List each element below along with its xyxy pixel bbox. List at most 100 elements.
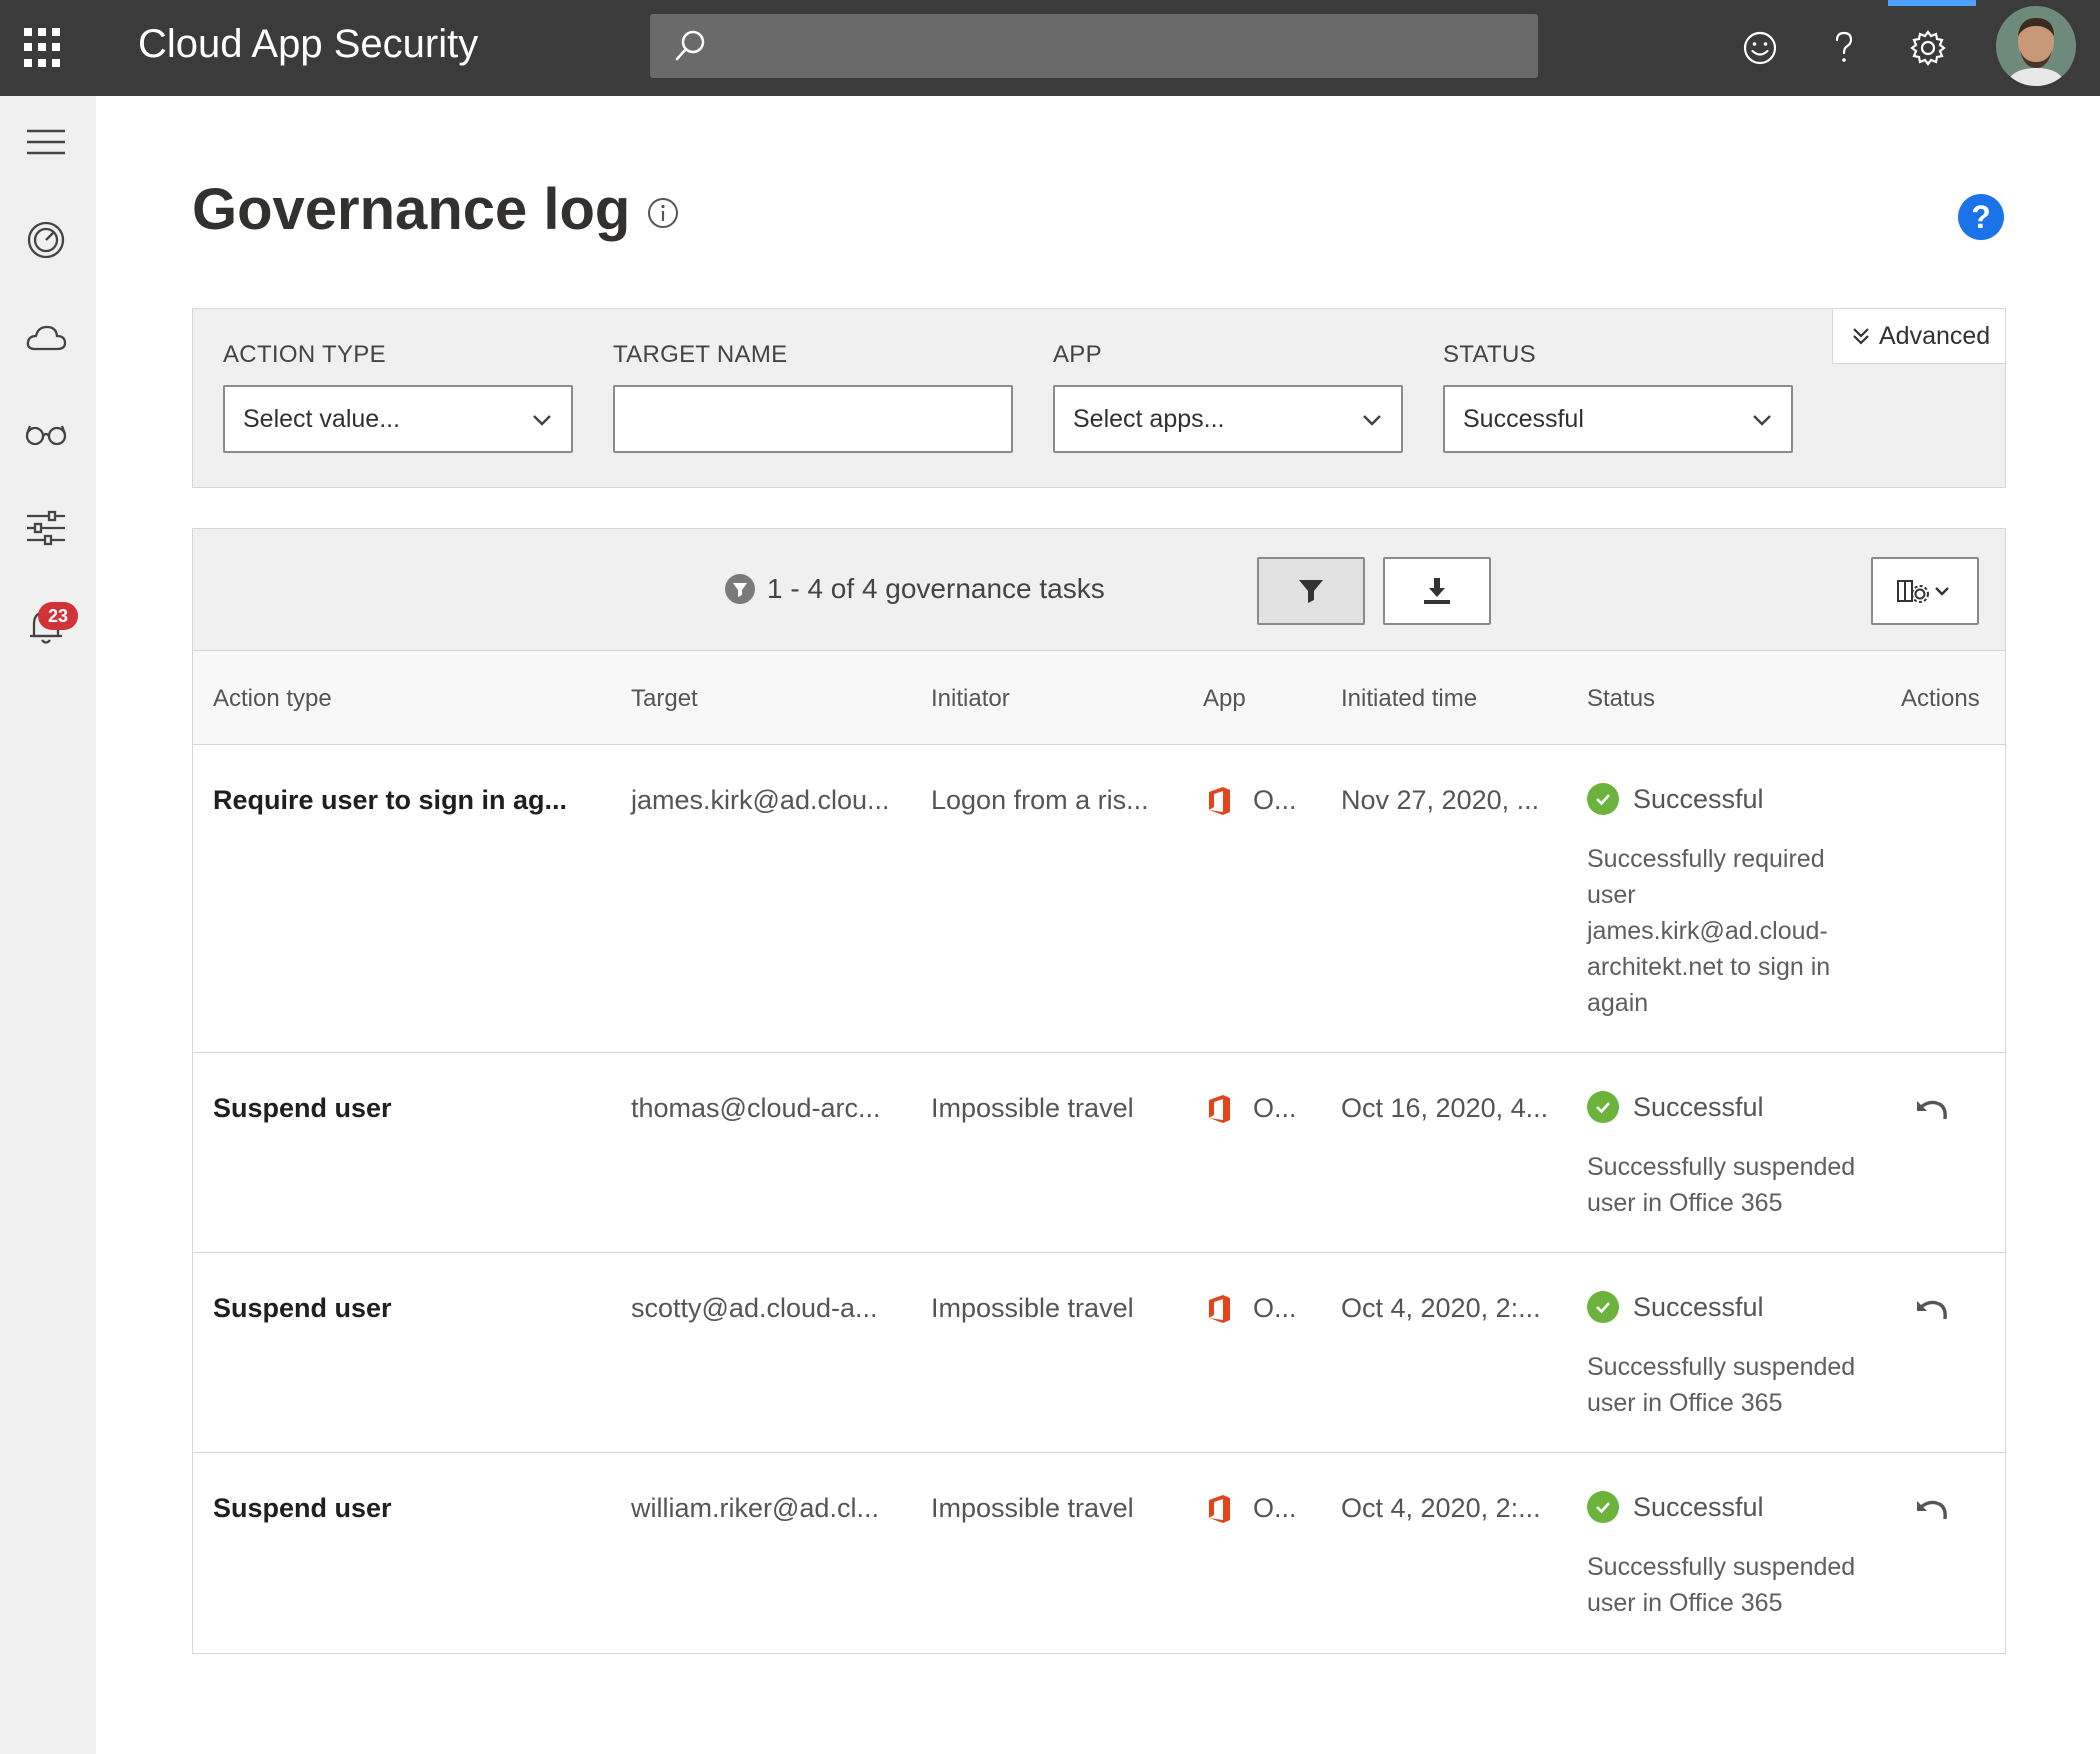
status-cell: Successful bbox=[1587, 1091, 1764, 1123]
filter-panel: ACTION TYPE Select value... TARGET NAME … bbox=[192, 308, 2006, 488]
status-detail: Successfully suspended user in Office 36… bbox=[1587, 1153, 1856, 1217]
table-row[interactable]: Suspend user thomas@cloud-arc... Impossi… bbox=[193, 1053, 2005, 1253]
double-chevron-down-icon bbox=[1853, 328, 1869, 345]
status-cell: Successful bbox=[1587, 783, 1764, 815]
column-header: Actions bbox=[1901, 685, 1980, 712]
advanced-label: Advanced bbox=[1879, 321, 1991, 350]
app-launcher-icon[interactable] bbox=[24, 28, 64, 68]
column-header[interactable]: Initiator bbox=[931, 685, 1010, 713]
glasses-icon[interactable] bbox=[22, 410, 70, 458]
office-365-icon bbox=[1209, 1295, 1230, 1323]
table-header: Action type Target Initiator App Initiat… bbox=[193, 651, 2005, 745]
governance-table-panel: 1 - 4 of 4 governance tasks Action type … bbox=[192, 528, 2006, 1654]
app-title[interactable]: Cloud App Security bbox=[138, 22, 478, 67]
undo-icon[interactable] bbox=[1913, 1295, 1949, 1325]
settings-active-indicator bbox=[1888, 0, 1976, 6]
office-365-icon bbox=[1209, 787, 1230, 815]
check-circle-icon bbox=[1587, 783, 1619, 815]
filter-app: APP Select apps... bbox=[1053, 341, 1403, 453]
cloud-icon[interactable] bbox=[22, 314, 70, 362]
target-cell[interactable]: william.riker@ad.cl... bbox=[631, 1493, 879, 1524]
check-circle-icon bbox=[1587, 1091, 1619, 1123]
column-header[interactable]: Target bbox=[631, 685, 698, 713]
office-365-icon bbox=[1209, 1095, 1230, 1123]
target-name-input[interactable] bbox=[613, 385, 1013, 453]
status-cell: Successful bbox=[1587, 1291, 1764, 1323]
status-text: Successful bbox=[1633, 783, 1764, 814]
action-type-cell: Suspend user bbox=[213, 1093, 392, 1123]
column-header[interactable]: Initiated time bbox=[1341, 685, 1477, 713]
status-text: Successful bbox=[1633, 1491, 1764, 1522]
sliders-icon[interactable] bbox=[22, 504, 70, 552]
status-text: Successful bbox=[1633, 1291, 1764, 1322]
initiated-time-cell: Nov 27, 2020, ... bbox=[1341, 785, 1540, 815]
office-365-icon bbox=[1209, 1495, 1230, 1523]
alerts-count-badge: 23 bbox=[38, 602, 78, 630]
select-value: Select apps... bbox=[1073, 405, 1225, 433]
question-icon[interactable] bbox=[1820, 24, 1868, 72]
action-type-select[interactable]: Select value... bbox=[223, 385, 573, 453]
select-value: Select value... bbox=[243, 405, 401, 433]
result-count: 1 - 4 of 4 governance tasks bbox=[725, 573, 1105, 605]
column-settings-icon bbox=[1897, 580, 1949, 603]
filter-target-name: TARGET NAME bbox=[613, 341, 1013, 453]
export-button[interactable] bbox=[1383, 557, 1491, 625]
filter-label: APP bbox=[1053, 341, 1102, 368]
avatar[interactable] bbox=[1996, 6, 2076, 86]
status-select[interactable]: Successful bbox=[1443, 385, 1793, 453]
app-cell[interactable]: O... bbox=[1253, 1093, 1297, 1124]
undo-icon[interactable] bbox=[1913, 1495, 1949, 1525]
advanced-filter-button[interactable]: Advanced bbox=[1832, 308, 2006, 364]
column-header[interactable]: Status bbox=[1587, 685, 1655, 713]
chevron-down-icon bbox=[1753, 415, 1771, 426]
page-title: Governance log bbox=[192, 177, 631, 242]
download-icon bbox=[1424, 578, 1450, 604]
status-detail: Successfully suspended user in Office 36… bbox=[1587, 1353, 1856, 1417]
column-header[interactable]: App bbox=[1203, 685, 1246, 713]
side-navigation: 23 bbox=[0, 96, 96, 1754]
gear-icon[interactable] bbox=[1904, 24, 1952, 72]
action-type-cell: Suspend user bbox=[213, 1493, 392, 1523]
target-cell[interactable]: james.kirk@ad.clou... bbox=[631, 785, 890, 816]
initiator-cell[interactable]: Logon from a ris... bbox=[931, 785, 1149, 816]
initiated-time-cell: Oct 16, 2020, 4... bbox=[1341, 1093, 1549, 1123]
status-text: Successful bbox=[1633, 1091, 1764, 1122]
table-row[interactable]: Suspend user william.riker@ad.cl... Impo… bbox=[193, 1453, 2005, 1653]
app-cell[interactable]: O... bbox=[1253, 1293, 1297, 1324]
select-value: Successful bbox=[1463, 405, 1584, 433]
chevron-down-icon bbox=[1363, 415, 1381, 426]
initiator-cell[interactable]: Impossible travel bbox=[931, 1293, 1134, 1324]
info-icon[interactable] bbox=[646, 196, 680, 230]
check-circle-icon bbox=[1587, 1491, 1619, 1523]
filter-toggle-button[interactable] bbox=[1257, 557, 1365, 625]
filter-status: STATUS Successful bbox=[1443, 341, 1793, 453]
search-icon bbox=[675, 30, 705, 61]
column-header[interactable]: Action type bbox=[213, 685, 332, 713]
filter-label: TARGET NAME bbox=[613, 341, 788, 368]
filter-label: ACTION TYPE bbox=[223, 341, 386, 368]
initiator-cell[interactable]: Impossible travel bbox=[931, 1093, 1134, 1124]
dashboard-gauge-icon[interactable] bbox=[22, 216, 70, 264]
undo-icon[interactable] bbox=[1913, 1095, 1949, 1125]
hamburger-menu-icon[interactable] bbox=[22, 118, 70, 166]
app-select[interactable]: Select apps... bbox=[1053, 385, 1403, 453]
target-cell[interactable]: scotty@ad.cloud-a... bbox=[631, 1293, 878, 1324]
initiator-cell[interactable]: Impossible travel bbox=[931, 1493, 1134, 1524]
table-toolbar: 1 - 4 of 4 governance tasks bbox=[193, 529, 2005, 651]
filter-icon bbox=[1299, 580, 1323, 603]
filter-applied-icon bbox=[725, 574, 755, 604]
table-row[interactable]: Require user to sign in ag... james.kirk… bbox=[193, 745, 2005, 1053]
table-settings-button[interactable] bbox=[1871, 557, 1979, 625]
search-input[interactable] bbox=[650, 14, 1538, 78]
status-detail: Successfully suspended user in Office 36… bbox=[1587, 1553, 1856, 1617]
target-cell[interactable]: thomas@cloud-arc... bbox=[631, 1093, 881, 1124]
help-button[interactable]: ? bbox=[1958, 194, 2004, 240]
filter-label: STATUS bbox=[1443, 341, 1536, 368]
smiley-feedback-icon[interactable] bbox=[1736, 24, 1784, 72]
chevron-down-icon bbox=[533, 415, 551, 426]
app-cell[interactable]: O... bbox=[1253, 1493, 1297, 1524]
table-row[interactable]: Suspend user scotty@ad.cloud-a... Imposs… bbox=[193, 1253, 2005, 1453]
initiated-time-cell: Oct 4, 2020, 2:... bbox=[1341, 1493, 1541, 1523]
app-cell[interactable]: O... bbox=[1253, 785, 1297, 816]
result-count-text: 1 - 4 of 4 governance tasks bbox=[767, 573, 1105, 604]
